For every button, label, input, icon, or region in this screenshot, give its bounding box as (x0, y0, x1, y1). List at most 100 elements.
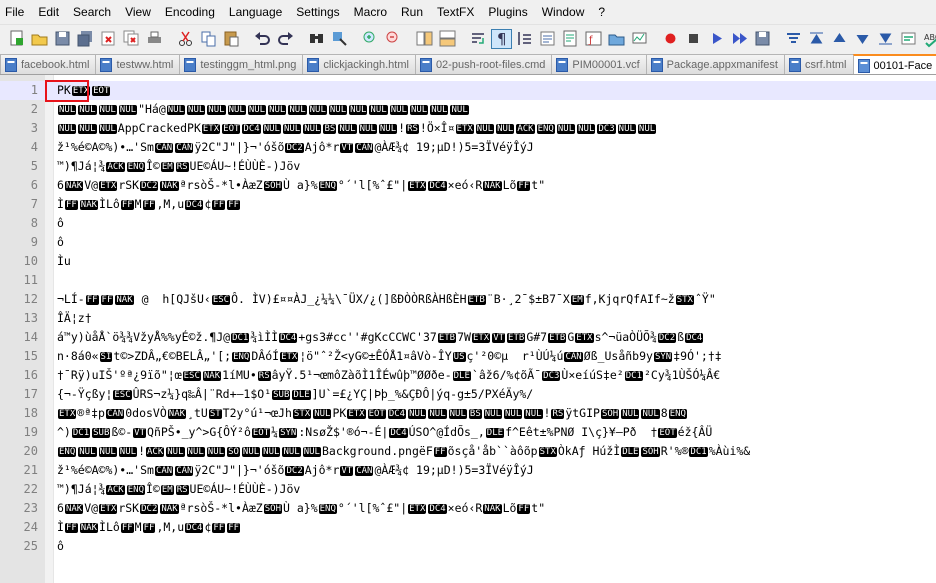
editor-line[interactable]: 1 PK ETX EOT (0, 81, 936, 100)
editor-line[interactable]: 25 ô (0, 537, 936, 556)
menu-textfx[interactable]: TextFX (430, 0, 481, 24)
tab-file[interactable]: clickjackingh.html (302, 54, 416, 74)
line-text: ô (57, 537, 64, 556)
editor-line[interactable]: 6 6 NAK V@ ETX rSK DC2 NAK ªrsòŠ-*l•ÀæZ SOH Ù a}% E… (0, 176, 936, 195)
run-macro-multiple-button[interactable] (729, 29, 750, 49)
menu-search[interactable]: Search (66, 0, 118, 24)
menu-encoding[interactable]: Encoding (158, 0, 222, 24)
editor-line[interactable]: 8ô (0, 214, 936, 233)
doc-map-button[interactable] (560, 29, 581, 49)
control-char-badge: CAN (105, 409, 125, 419)
save-button[interactable] (52, 29, 73, 49)
move-down-button[interactable] (852, 29, 873, 49)
collapse-button[interactable] (806, 29, 827, 49)
text-run: ÌLô (99, 197, 120, 211)
record-macro-button[interactable] (660, 29, 681, 49)
paste-button[interactable] (221, 29, 242, 49)
expand-button[interactable] (875, 29, 896, 49)
show-all-chars-button[interactable]: ¶ (491, 28, 512, 49)
select-button[interactable] (898, 29, 919, 49)
file-tab-icon (857, 58, 870, 73)
menu-settings[interactable]: Settings (289, 0, 346, 24)
close-button[interactable] (98, 29, 119, 49)
editor-line[interactable]: 10 Ìu (0, 252, 936, 271)
text-run: Lõ (502, 178, 517, 192)
function-list-button[interactable]: ƒ (583, 29, 604, 49)
menu-window[interactable]: Window (535, 0, 592, 24)
editor-area[interactable]: 1 PK ETX EOT 2 NUL NUL NUL NUL "Há@ NUL NUL NUL NUL NU… (0, 75, 936, 583)
new-file-button[interactable] (6, 29, 27, 49)
tab-file[interactable]: Package.appxmanifest (645, 54, 785, 74)
menu-run[interactable]: Run (394, 0, 430, 24)
editor-line[interactable]: 20 ENQ NUL NUL NUL! ACK NUL NUL NUL SO NUL NUL NUL NU… (0, 442, 936, 461)
close-all-button[interactable] (121, 29, 142, 49)
indent-guide-button[interactable] (514, 29, 535, 49)
text-run: t©>ZDÂ„€©BELÂ„'[; (113, 349, 232, 363)
menu-language[interactable]: Language (222, 0, 289, 24)
folder-workspace-button[interactable] (606, 29, 627, 49)
control-char-badge: ETB (437, 333, 457, 343)
editor-line[interactable]: 18 ETX ®ª‡p CAN 0dosVÒ NAK ¸tU ST T2y°ú¹¬œJh STX N… (0, 404, 936, 423)
tab-file[interactable]: facebook.html (0, 54, 97, 74)
open-file-button[interactable] (29, 29, 50, 49)
move-up-button[interactable] (829, 29, 850, 49)
menu-plugins[interactable]: Plugins (481, 0, 534, 24)
control-char-badge: NUL (430, 105, 449, 115)
user-lang-button[interactable] (537, 29, 558, 49)
editor-line[interactable]: 11 (0, 271, 936, 290)
editor-line[interactable]: 13 ÎÄ¦z† (0, 309, 936, 328)
cut-button[interactable] (175, 29, 196, 49)
editor-line[interactable]: 24 Ì FF NAK ÌLô FF M FF ,M,u DC4 ¢ FF FF (0, 518, 936, 537)
editor-line[interactable]: 21 ž¹%é©A©%)•…'Sm CAN CAN ÿ2C"J"|}¬'óšõ DC2 Aj… (0, 461, 936, 480)
zoom-out-button[interactable] (383, 29, 404, 49)
save-macro-button[interactable] (752, 29, 773, 49)
find-button[interactable] (306, 29, 327, 49)
menu-macro[interactable]: Macro (347, 0, 394, 24)
editor-line[interactable]: 15 n·8á0« SI t©>ZDÂ„€©BELÂ„'[; ENQ DÂóÍ ETX ¦ö"… (0, 347, 936, 366)
menu-help[interactable]: ? (591, 0, 612, 24)
spell-check-button[interactable]: ABC (921, 29, 936, 49)
sync-horizontal-button[interactable] (437, 29, 458, 49)
tab-file[interactable]: testinggm_html.png (179, 54, 304, 74)
tab-file[interactable]: csrf.html (783, 54, 854, 74)
editor-line[interactable]: 23 6 NAK V@ ETX rSK DC2 NAK ªrsòŠ-*l•ÀæZ SOH Ù a}%… (0, 499, 936, 518)
word-wrap-button[interactable] (468, 29, 489, 49)
trim-button[interactable] (783, 29, 804, 49)
control-char-badge: CAN (154, 143, 174, 153)
tab-file[interactable]: PIM00001.vcf (551, 54, 647, 74)
menu-view[interactable]: View (118, 0, 158, 24)
editor-line[interactable]: 16 †¯Rÿ)uIŠ'ºª¿9ïõ"¦œ ESC NAK 1íMU• RS âyŸ.5¹¬… (0, 366, 936, 385)
sync-vertical-button[interactable] (414, 29, 435, 49)
line-text: ô (57, 214, 64, 233)
editor-line[interactable]: 22 ™)¶Já¦¾ ACK ENQ Î© EM RS UE©ÁU~!ÉÙÙÈ-)Jöv (0, 480, 936, 499)
undo-button[interactable] (252, 29, 273, 49)
editor-line[interactable]: 5 ™)¶Já¦¾ ACK ENQ Î© EM RS UE©ÁU~!ÉÙÙÈ-)Jöv (0, 157, 936, 176)
tab-file[interactable]: testww.html (95, 54, 181, 74)
save-all-button[interactable] (75, 29, 96, 49)
print-button[interactable] (144, 29, 165, 49)
editor-line[interactable]: 3 NUL NUL NUL AppCrackedPK ETX EOT DC4 NUL NUL NUL… (0, 119, 936, 138)
monitoring-button[interactable] (629, 29, 650, 49)
editor-line[interactable]: 12 ¬LÍ- FF FF NAK @ h[QJšU‹ ESC Ô. ÌV)£¤¤ÀJ_¿¼… (0, 290, 936, 309)
tab-file[interactable]: 02-push-root-files.cmd (414, 54, 553, 74)
replace-button[interactable] (329, 29, 350, 49)
editor-line[interactable]: 9ô (0, 233, 936, 252)
editor-line[interactable]: 19 ^) DC1 SUB ß©- VT QñPŠ•_y^>G{ÔÝ²ô EOT ¼ SYN:Ns… (0, 423, 936, 442)
highlight-box (45, 80, 89, 102)
editor-line[interactable]: 17 {¬-Ÿçßy¦ ESC ÛRS¬z¼}q‰Â|¨Rd+—1$O¹ SUB DLE]… (0, 385, 936, 404)
stop-macro-button[interactable] (683, 29, 704, 49)
copy-button[interactable] (198, 29, 219, 49)
text-run: 1íMU• (222, 368, 257, 382)
editor-line[interactable]: 7 Ì FF NAK ÌLô FF M FF ,M,u DC4 ¢ FF FF (0, 195, 936, 214)
editor-line[interactable]: 2 NUL NUL NUL NUL "Há@ NUL NUL NUL NUL NUL NUL NUL NU… (0, 100, 936, 119)
zoom-in-button[interactable] (360, 29, 381, 49)
play-macro-button[interactable] (706, 29, 727, 49)
menu-edit[interactable]: Edit (31, 0, 66, 24)
editor-line[interactable]: 4 ž¹%é©A©%)•…'Sm CAN CAN ÿ2C"J"|}¬'óšõ DC2 Ajô… (0, 138, 936, 157)
tab-file[interactable]: 00101-Face (852, 54, 936, 74)
editor-line[interactable]: 14 á™y)ùåÅ`ö¾¾VžyÅ%%yÉ©ž.¶J@ DC1 ¾ìÌÌ DC4 +gs… (0, 328, 936, 347)
menu-file[interactable]: File (0, 0, 31, 24)
redo-button[interactable] (275, 29, 296, 49)
sync-vertical-icon (416, 31, 433, 46)
control-char-badge: ETX (455, 124, 474, 134)
